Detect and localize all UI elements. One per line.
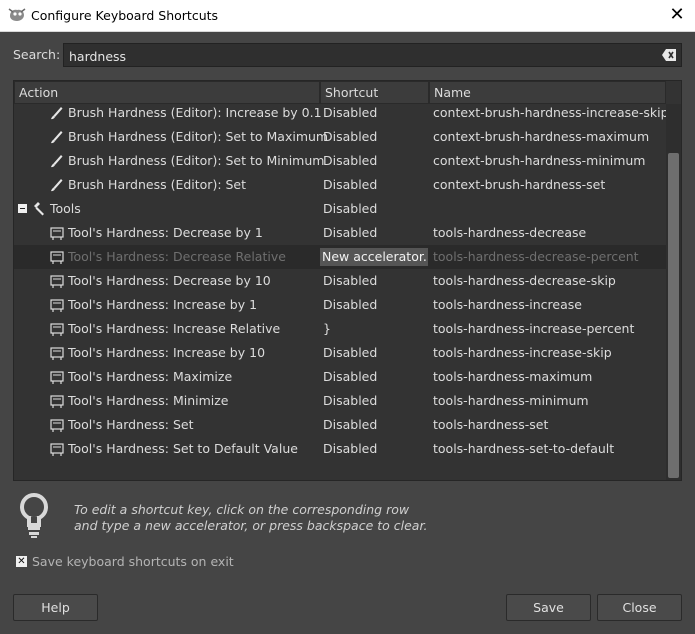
- table-row[interactable]: Tool's Hardness: Increase by 1 Disabled to…: [14, 293, 666, 317]
- table-row[interactable]: Brush Hardness (Editor): Set to Maximum D…: [14, 125, 666, 149]
- table-row[interactable]: Tool's Hardness: Set to Default Value Dis…: [14, 437, 666, 461]
- table-row[interactable]: Tool's Hardness: Maximize Disabled tools-h…: [14, 365, 666, 389]
- tree-group-row[interactable]: Tools Disabled: [14, 197, 666, 221]
- shortcut-value: Disabled: [323, 273, 378, 288]
- action-name: context-brush-hardness-maximum: [433, 129, 650, 144]
- action-label: Tool's Hardness: Set: [68, 417, 194, 432]
- table-row[interactable]: Brush Hardness (Editor): Increase by 0.1…: [14, 101, 669, 125]
- shortcut-value: Disabled: [323, 177, 378, 192]
- shortcut-value: Disabled: [323, 129, 378, 144]
- action-label: Tool's Hardness: Maximize: [68, 369, 233, 384]
- shortcut-value: }: [323, 321, 331, 336]
- window-title: Configure Keyboard Shortcuts: [31, 8, 219, 23]
- action-name: tools-hardness-set-to-default: [433, 441, 615, 456]
- table-row[interactable]: Tool's Hardness: Decrease by 10 Disabled t…: [14, 269, 666, 293]
- table-row[interactable]: Brush Hardness (Editor): Set Disabled cont…: [14, 173, 666, 197]
- shortcut-value: Disabled: [323, 153, 378, 168]
- action-name: context-brush-hardness-minimum: [433, 153, 646, 168]
- tool-options-icon: [50, 443, 64, 456]
- action-name: tools-hardness-decrease-skip: [433, 273, 616, 288]
- tool-options-icon: [50, 323, 64, 336]
- save-on-exit-label[interactable]: Save keyboard shortcuts on exit: [32, 554, 234, 569]
- shortcut-value: Disabled: [323, 345, 378, 360]
- gimp-icon: [8, 8, 26, 21]
- action-label: Tool's Hardness: Set to Default Value: [68, 441, 298, 456]
- tools-icon: [34, 202, 44, 216]
- search-field[interactable]: [63, 43, 682, 67]
- action-name: tools-hardness-minimum: [433, 393, 589, 408]
- lightbulb-icon: [20, 493, 48, 538]
- close-window-button[interactable]: ✕: [664, 4, 690, 26]
- tool-options-icon: [50, 395, 64, 408]
- tool-options-icon: [50, 419, 64, 432]
- action-label: Brush Hardness (Editor): Increase by 0.1: [68, 105, 322, 120]
- shortcut-value: Disabled: [323, 105, 378, 120]
- help-button[interactable]: Help: [13, 594, 98, 621]
- action-name: tools-hardness-increase-skip: [433, 345, 612, 360]
- close-icon: ✕: [669, 4, 685, 25]
- tool-options-icon: [50, 275, 64, 288]
- shortcut-value: Disabled: [323, 441, 378, 456]
- close-button[interactable]: Close: [597, 594, 682, 621]
- tool-options-icon: [50, 251, 64, 264]
- clear-search-icon[interactable]: [662, 48, 677, 62]
- brush-icon: [51, 179, 63, 192]
- action-label: Tool's Hardness: Increase by 1: [68, 297, 258, 312]
- hint-line-1: To edit a shortcut key, click on the cor…: [74, 502, 410, 517]
- table-row[interactable]: Tool's Hardness: Increase Relative} tools…: [14, 317, 666, 341]
- search-label: Search:: [13, 47, 61, 62]
- action-label: Brush Hardness (Editor): Set to Maximum: [68, 129, 329, 144]
- brush-icon: [51, 107, 63, 120]
- action-name: tools-hardness-increase-percent: [433, 321, 635, 336]
- action-name: tools-hardness-decrease-percent: [433, 249, 639, 264]
- shortcut-value: Disabled: [323, 225, 378, 240]
- action-label: Brush Hardness (Editor): Set to Minimum: [68, 153, 325, 168]
- tool-options-icon: [50, 299, 64, 312]
- scrollbar-thumb[interactable]: [668, 153, 679, 478]
- title-bar: Configure Keyboard Shortcuts ✕: [0, 0, 695, 32]
- action-name: context-brush-hardness-increase-skip: [433, 105, 669, 120]
- hint-line-2: and type a new accelerator, or press bac…: [74, 518, 428, 533]
- tool-options-icon: [50, 227, 64, 240]
- action-label: Tools: [50, 201, 81, 216]
- action-name: tools-hardness-decrease: [433, 225, 587, 240]
- vertical-scrollbar[interactable]: [666, 104, 681, 480]
- action-name: tools-hardness-increase: [433, 297, 582, 312]
- action-name: tools-hardness-set: [433, 417, 549, 432]
- save-on-exit-checkbox[interactable]: ✕: [16, 556, 27, 567]
- action-label: Tool's Hardness: Increase Relative: [68, 321, 281, 336]
- table-row[interactable]: Tool's Hardness: Minimize Disabled tools-h…: [14, 389, 666, 413]
- tool-options-icon: [50, 371, 64, 384]
- action-label: Tool's Hardness: Decrease by 1: [68, 225, 263, 240]
- brush-icon: [51, 155, 63, 168]
- column-header-action[interactable]: Action: [14, 81, 320, 104]
- shortcut-value: Disabled: [323, 201, 378, 216]
- action-label: Tool's Hardness: Decrease by 10: [68, 273, 271, 288]
- action-label: Tool's Hardness: Decrease Relative: [68, 249, 286, 264]
- table-row[interactable]: Tool's Hardness: Decrease Relative New ac…: [14, 245, 666, 269]
- shortcut-value: Disabled: [323, 369, 378, 384]
- column-header-name[interactable]: Name: [429, 81, 666, 104]
- action-label: Tool's Hardness: Minimize: [68, 393, 229, 408]
- table-row[interactable]: Tool's Hardness: Set Disabled tools-hardne…: [14, 413, 666, 437]
- save-button[interactable]: Save: [506, 594, 591, 621]
- table-row[interactable]: Brush Hardness (Editor): Set to Minimum D…: [14, 149, 666, 173]
- shortcut-editor[interactable]: New accelerator...: [320, 248, 428, 266]
- table-row[interactable]: Tool's Hardness: Increase by 10 Disabled t…: [14, 341, 666, 365]
- tool-options-icon: [50, 347, 64, 360]
- search-input[interactable]: [67, 46, 661, 66]
- hint-text: To edit a shortcut key, click on the cor…: [74, 502, 427, 534]
- table-row[interactable]: Tool's Hardness: Decrease by 1 Disabled to…: [14, 221, 666, 245]
- action-name: context-brush-hardness-set: [433, 177, 606, 192]
- shortcut-value: Disabled: [323, 393, 378, 408]
- shortcuts-tree[interactable]: Brush Hardness (Editor): Increase by 0.0…: [13, 80, 682, 481]
- brush-icon: [51, 131, 63, 144]
- column-header-shortcut[interactable]: Shortcut: [320, 81, 429, 104]
- action-label: Brush Hardness (Editor): Set: [68, 177, 247, 192]
- shortcut-value: Disabled: [323, 417, 378, 432]
- action-name: tools-hardness-maximum: [433, 369, 593, 384]
- shortcut-value: Disabled: [323, 297, 378, 312]
- action-label: Tool's Hardness: Increase by 10: [68, 345, 266, 360]
- collapse-toggle-icon[interactable]: [18, 204, 27, 213]
